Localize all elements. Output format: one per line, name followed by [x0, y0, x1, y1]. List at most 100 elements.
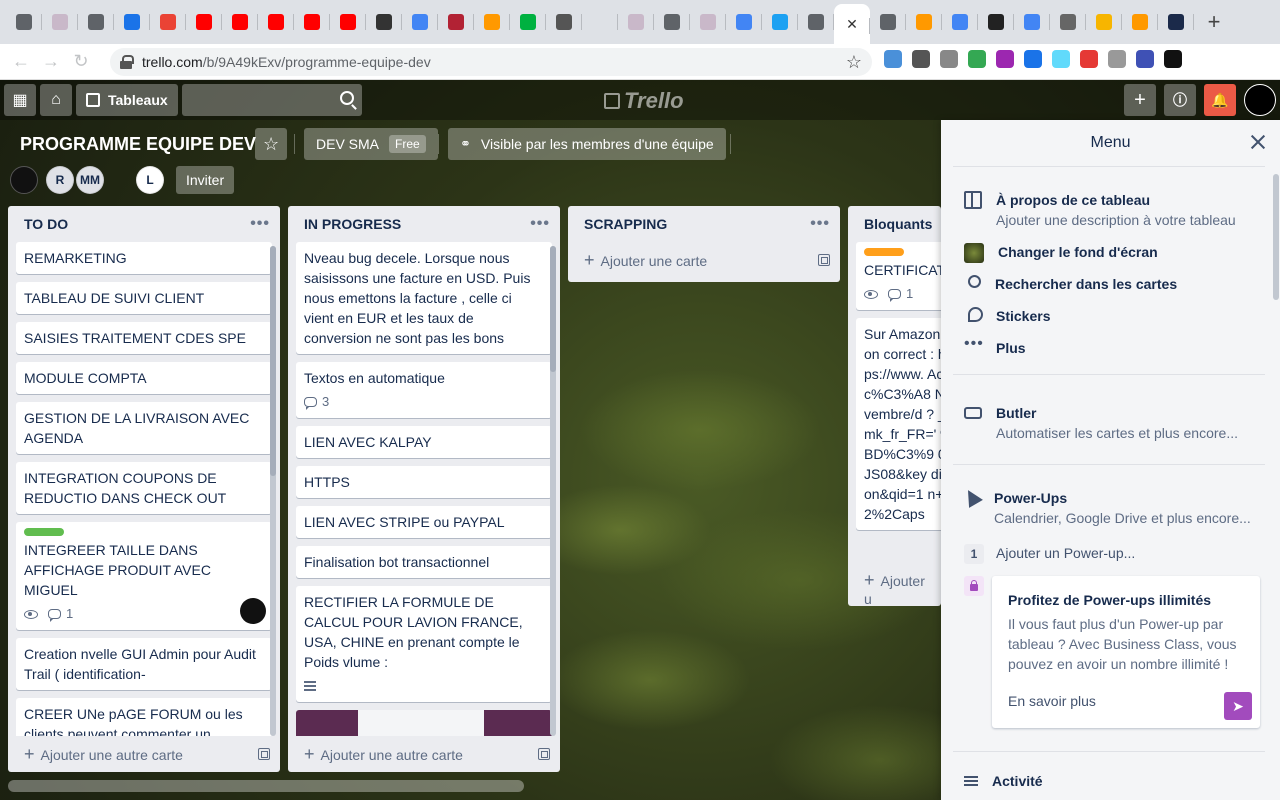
add-card-button[interactable]: + Ajouter une carte — [568, 242, 840, 278]
card-cover-image[interactable] — [296, 710, 552, 736]
menu-butler[interactable]: Butler Automatiser les cartes et plus en… — [964, 403, 1238, 443]
extension-icon[interactable] — [1024, 50, 1042, 68]
boards-button[interactable]: Tableaux — [76, 84, 178, 116]
browser-tab[interactable] — [762, 0, 798, 44]
browser-tab[interactable] — [582, 0, 618, 44]
extension-icon[interactable] — [1052, 50, 1070, 68]
list-title[interactable]: Bloquants — [864, 216, 932, 232]
browser-tab[interactable] — [114, 0, 150, 44]
card[interactable]: Textos en automatique 3 — [296, 362, 552, 418]
card[interactable]: REMARKETING — [16, 242, 272, 274]
card[interactable]: MODULE COMPTA — [16, 362, 272, 394]
card[interactable]: Creation nvelle GUI Admin pour Audit Tra… — [16, 638, 272, 690]
member-avatar[interactable] — [10, 166, 38, 194]
card-template-icon[interactable] — [258, 748, 270, 760]
member-avatar[interactable]: MM — [76, 166, 104, 194]
list-menu-icon[interactable]: ••• — [530, 215, 550, 233]
user-avatar[interactable] — [1244, 84, 1276, 116]
list-header[interactable]: Bloquants — [848, 206, 941, 242]
info-icon[interactable]: ⓘ — [1164, 84, 1196, 116]
browser-tab[interactable] — [258, 0, 294, 44]
apps-grid-icon[interactable]: ▦ — [4, 84, 36, 116]
bookmark-star-icon[interactable]: ☆ — [846, 52, 862, 73]
browser-tab[interactable] — [798, 0, 834, 44]
browser-tab[interactable] — [294, 0, 330, 44]
card[interactable]: CREER UNe pAGE FORUM ou les clients peuv… — [16, 698, 272, 736]
add-card-button[interactable]: + Ajouter une autre carte — [8, 736, 280, 772]
browser-tab[interactable] — [402, 0, 438, 44]
card[interactable]: Sur Amazon non correct : https://www. Ac… — [856, 318, 941, 530]
reload-icon[interactable]: ↻ — [66, 47, 96, 77]
browser-tab[interactable] — [6, 0, 42, 44]
list-menu-icon[interactable]: ••• — [810, 215, 830, 233]
browser-tab[interactable] — [186, 0, 222, 44]
list-menu-icon[interactable]: ••• — [250, 215, 270, 233]
close-icon[interactable] — [1250, 134, 1266, 150]
scrollbar-thumb[interactable] — [270, 246, 276, 476]
browser-tab[interactable] — [690, 0, 726, 44]
card-label[interactable] — [24, 528, 64, 536]
browser-tab[interactable] — [474, 0, 510, 44]
browser-tab[interactable] — [1086, 0, 1122, 44]
board-title[interactable]: PROGRAMME EQUIPE DEV — [20, 134, 256, 155]
home-icon[interactable]: ⌂ — [40, 84, 72, 116]
forward-icon[interactable]: → — [36, 47, 66, 77]
card[interactable]: RECTIFIER LA FORMULE DE CALCUL POUR LAVI… — [296, 586, 552, 702]
list-header[interactable]: IN PROGRESS ••• — [288, 206, 560, 242]
browser-tab[interactable] — [618, 0, 654, 44]
star-board-button[interactable]: ☆ — [255, 128, 288, 160]
list-title[interactable]: IN PROGRESS — [304, 216, 401, 232]
extension-icon[interactable] — [1108, 50, 1126, 68]
back-icon[interactable]: ← — [6, 47, 36, 77]
card[interactable]: Nveau bug decele. Lorsque nous saisisson… — [296, 242, 552, 354]
extension-icon[interactable] — [884, 50, 902, 68]
member-avatar[interactable]: R — [46, 166, 74, 194]
extension-icon[interactable] — [996, 50, 1014, 68]
browser-tab[interactable] — [330, 0, 366, 44]
extension-icon[interactable] — [968, 50, 986, 68]
invite-button[interactable]: Inviter — [176, 166, 235, 194]
browser-tab[interactable]: ✕ — [834, 4, 870, 44]
browser-tab[interactable] — [438, 0, 474, 44]
menu-stickers[interactable]: Stickers — [968, 306, 1050, 326]
card[interactable]: GESTION DE LA LIVRAISON AVEC AGENDA — [16, 402, 272, 454]
card[interactable]: INTEGREER TAILLE DANS AFFICHAGE PRODUIT … — [16, 522, 272, 630]
send-icon[interactable]: ➤ — [1224, 692, 1252, 720]
list-header[interactable]: TO DO ••• — [8, 206, 280, 242]
browser-tab[interactable] — [78, 0, 114, 44]
trello-logo[interactable]: Trello — [604, 88, 684, 114]
address-bar[interactable]: trello.com/b/9A49kExv/programme-equipe-d… — [110, 48, 872, 76]
close-tab-icon[interactable]: ✕ — [844, 16, 860, 32]
card[interactable]: INTEGRATION COUPONS DE REDUCTIO DANS CHE… — [16, 462, 272, 514]
notification-bell-icon[interactable]: 🔔 — [1204, 84, 1236, 116]
browser-tab[interactable] — [1050, 0, 1086, 44]
card-template-icon[interactable] — [818, 254, 830, 266]
card[interactable]: HTTPS — [296, 466, 552, 498]
search-input[interactable] — [181, 84, 362, 116]
menu-more[interactable]: ••• Plus — [964, 336, 1026, 358]
list-scrollbar[interactable] — [270, 246, 276, 736]
menu-scrollbar[interactable] — [1272, 174, 1280, 800]
list-title[interactable]: TO DO — [24, 216, 68, 232]
add-card-button[interactable]: + Ajouter u — [848, 570, 941, 607]
menu-about-board[interactable]: À propos de ce tableau Ajouter une descr… — [964, 190, 1236, 230]
browser-tab[interactable] — [870, 0, 906, 44]
list-header[interactable]: SCRAPPING ••• — [568, 206, 840, 242]
card[interactable]: Finalisation bot transactionnel — [296, 546, 552, 578]
member-avatar[interactable]: L — [136, 166, 164, 194]
extension-icon[interactable] — [912, 50, 930, 68]
board-horizontal-scrollbar[interactable] — [8, 780, 940, 792]
add-power-up-link[interactable]: Ajouter un Power-up... — [996, 545, 1135, 561]
scrollbar-thumb[interactable] — [1273, 174, 1279, 300]
card[interactable]: TABLEAU DE SUIVI CLIENT — [16, 282, 272, 314]
add-card-button[interactable]: + Ajouter une autre carte — [288, 736, 560, 772]
browser-tab[interactable] — [654, 0, 690, 44]
browser-tab[interactable] — [942, 0, 978, 44]
menu-power-ups[interactable]: Power-Ups Calendrier, Google Drive et pl… — [961, 486, 1251, 528]
menu-activity[interactable]: Activité — [964, 773, 1043, 789]
browser-tab[interactable] — [1014, 0, 1050, 44]
learn-more-link[interactable]: En savoir plus — [1008, 693, 1096, 709]
extension-icon[interactable] — [1164, 50, 1182, 68]
create-plus-icon[interactable]: + — [1124, 84, 1156, 116]
menu-change-background[interactable]: Changer le fond d'écran — [964, 242, 1158, 263]
